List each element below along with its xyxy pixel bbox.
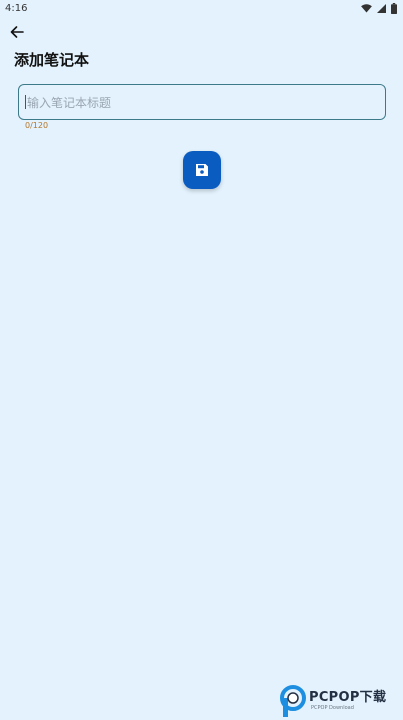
floppy-disk-icon xyxy=(196,164,208,176)
text-cursor xyxy=(25,95,26,109)
battery-icon xyxy=(391,2,397,14)
arrow-back-icon xyxy=(10,26,24,38)
page-title: 添加笔记本 xyxy=(14,51,90,69)
save-button[interactable] xyxy=(183,151,221,189)
wifi-icon xyxy=(361,3,372,13)
notebook-title-input[interactable]: 输入笔记本标题 xyxy=(18,84,386,120)
character-counter: 0/120 xyxy=(25,121,49,130)
watermark-subtitle: PCPOP Download xyxy=(311,704,354,711)
status-icons xyxy=(361,2,397,14)
signal-icon xyxy=(377,3,386,13)
watermark: PCPOP下载 PCPOP Download xyxy=(279,682,403,720)
watermark-brand: PCPOP下载 xyxy=(309,689,387,705)
watermark-text: PCPOP下载 PCPOP Download xyxy=(309,689,387,712)
status-bar: 4:16 xyxy=(0,0,403,16)
screen: 4:16 添加笔记本 输入笔记本标题 0/120 PCPOP下载 PCPOP D… xyxy=(0,0,403,720)
pcpop-logo-icon xyxy=(280,685,306,717)
status-time: 4:16 xyxy=(5,2,28,14)
title-input-placeholder: 输入笔记本标题 xyxy=(27,95,112,110)
back-button[interactable] xyxy=(6,22,28,42)
